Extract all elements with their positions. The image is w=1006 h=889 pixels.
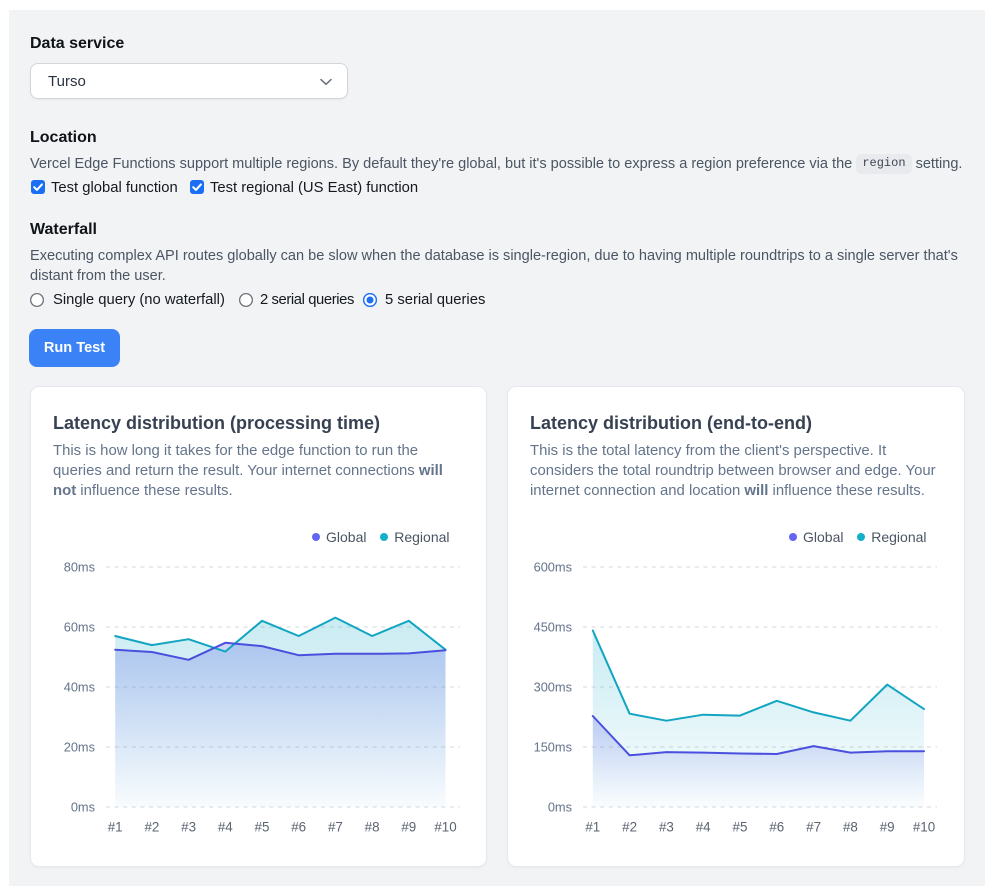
svg-text:300ms: 300ms bbox=[534, 680, 572, 695]
svg-text:#2: #2 bbox=[144, 819, 159, 834]
svg-text:#3: #3 bbox=[659, 819, 674, 834]
svg-text:#3: #3 bbox=[181, 819, 196, 834]
svg-text:#4: #4 bbox=[696, 819, 711, 834]
svg-text:#7: #7 bbox=[328, 819, 343, 834]
svg-text:450ms: 450ms bbox=[534, 620, 572, 635]
svg-text:20ms: 20ms bbox=[64, 740, 95, 755]
svg-text:#5: #5 bbox=[733, 819, 748, 834]
svg-text:60ms: 60ms bbox=[64, 620, 95, 635]
svg-text:#8: #8 bbox=[843, 819, 858, 834]
svg-text:#6: #6 bbox=[769, 819, 784, 834]
svg-text:#1: #1 bbox=[108, 819, 123, 834]
svg-text:#9: #9 bbox=[401, 819, 416, 834]
svg-text:#8: #8 bbox=[365, 819, 380, 834]
svg-text:#10: #10 bbox=[434, 819, 456, 834]
svg-text:0ms: 0ms bbox=[71, 800, 95, 815]
svg-text:#7: #7 bbox=[806, 819, 821, 834]
svg-text:600ms: 600ms bbox=[534, 560, 572, 575]
svg-text:150ms: 150ms bbox=[534, 740, 572, 755]
svg-text:#10: #10 bbox=[913, 819, 935, 834]
svg-text:#6: #6 bbox=[291, 819, 306, 834]
svg-text:#1: #1 bbox=[585, 819, 600, 834]
svg-text:#4: #4 bbox=[218, 819, 233, 834]
svg-text:80ms: 80ms bbox=[64, 560, 95, 575]
svg-text:40ms: 40ms bbox=[64, 680, 95, 695]
svg-text:#9: #9 bbox=[880, 819, 895, 834]
svg-text:#2: #2 bbox=[622, 819, 637, 834]
svg-text:0ms: 0ms bbox=[548, 800, 572, 815]
svg-text:#5: #5 bbox=[255, 819, 270, 834]
